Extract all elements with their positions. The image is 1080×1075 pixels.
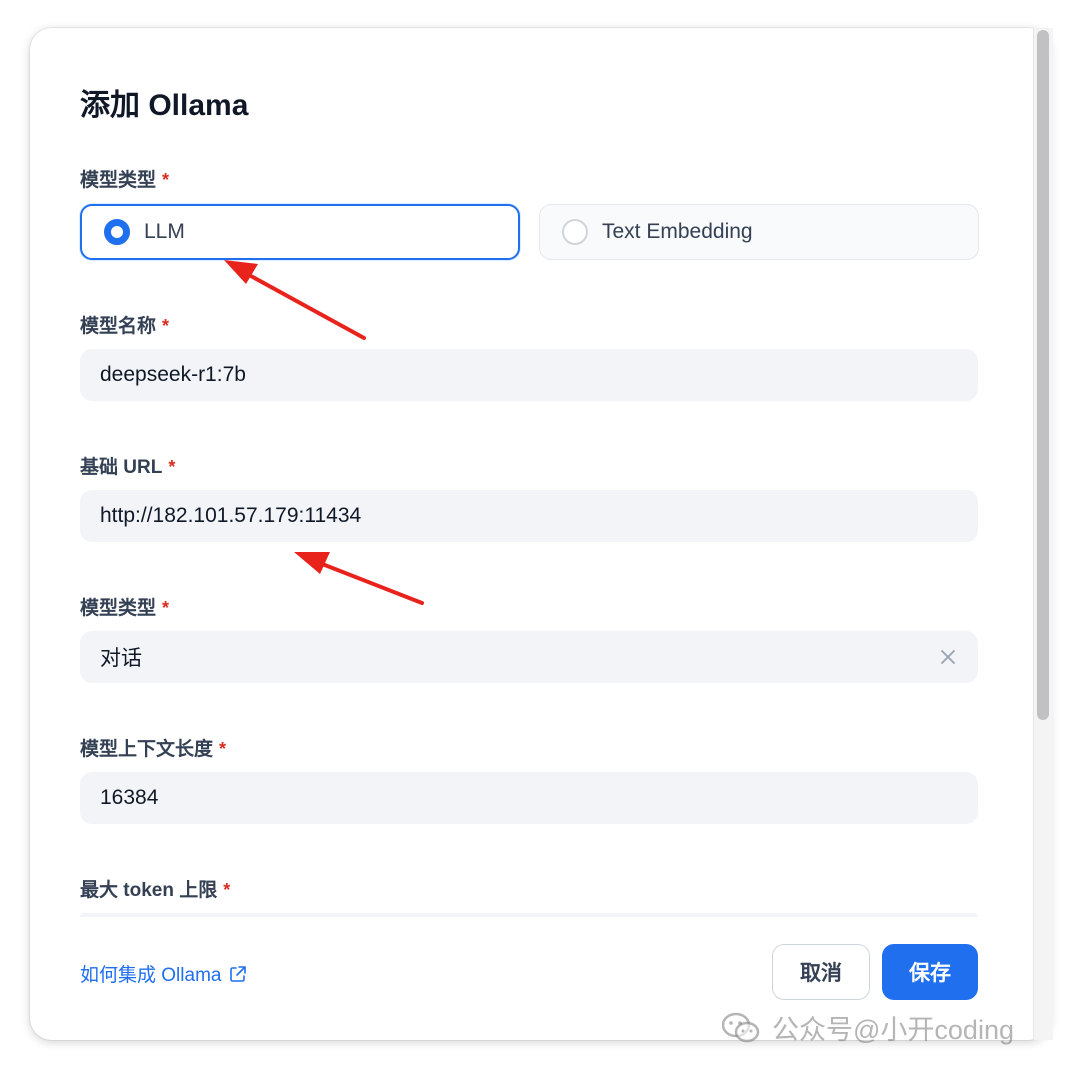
wechat-icon [722, 1012, 760, 1042]
radio-option-label: LLM [144, 220, 185, 243]
base-url-input[interactable]: http://182.101.57.179:11434 [80, 490, 978, 542]
radio-unselected-icon [562, 219, 588, 245]
cancel-button[interactable]: 取消 [772, 944, 870, 1000]
close-icon[interactable] [934, 643, 962, 671]
help-link[interactable]: 如何集成 Ollama [80, 960, 247, 987]
save-button[interactable]: 保存 [882, 944, 978, 1000]
model-name-label: 模型名称 * [80, 316, 170, 337]
add-ollama-dialog: 添加 Ollama 模型类型 * LLM Text Embedding 模型名称 *… [30, 28, 1050, 1040]
base-url-value: http://182.101.57.179:11434 [100, 504, 362, 527]
model-type-label: 模型类型 * [80, 598, 170, 619]
dialog-title: 添加 Ollama [80, 89, 249, 122]
context-length-label: 模型上下文长度 * [80, 739, 227, 760]
required-mark: * [162, 170, 170, 190]
required-mark: * [223, 880, 231, 900]
model-type-value: 对话 [100, 647, 142, 670]
required-mark: * [219, 739, 227, 759]
model-kind-label: 模型类型 * [80, 170, 170, 191]
radio-option-llm[interactable]: LLM [80, 204, 520, 260]
scrollbar-thumb[interactable] [1037, 30, 1049, 720]
required-mark: * [162, 598, 170, 618]
context-length-input[interactable]: 16384 [80, 772, 978, 824]
watermark: 公众号@小开coding [722, 1008, 1014, 1047]
model-type-select[interactable]: 对话 [80, 631, 978, 683]
model-name-value: deepseek-r1:7b [100, 363, 246, 386]
external-link-icon [230, 965, 247, 982]
required-mark: * [168, 457, 176, 477]
radio-option-label: Text Embedding [602, 220, 753, 243]
radio-option-text-embedding[interactable]: Text Embedding [539, 204, 979, 260]
radio-selected-icon [104, 219, 130, 245]
required-mark: * [162, 316, 170, 336]
context-length-value: 16384 [100, 786, 159, 809]
max-tokens-input[interactable] [80, 913, 978, 917]
max-tokens-label: 最大 token 上限 * [80, 880, 231, 901]
model-name-input[interactable]: deepseek-r1:7b [80, 349, 978, 401]
base-url-label: 基础 URL * [80, 457, 176, 478]
